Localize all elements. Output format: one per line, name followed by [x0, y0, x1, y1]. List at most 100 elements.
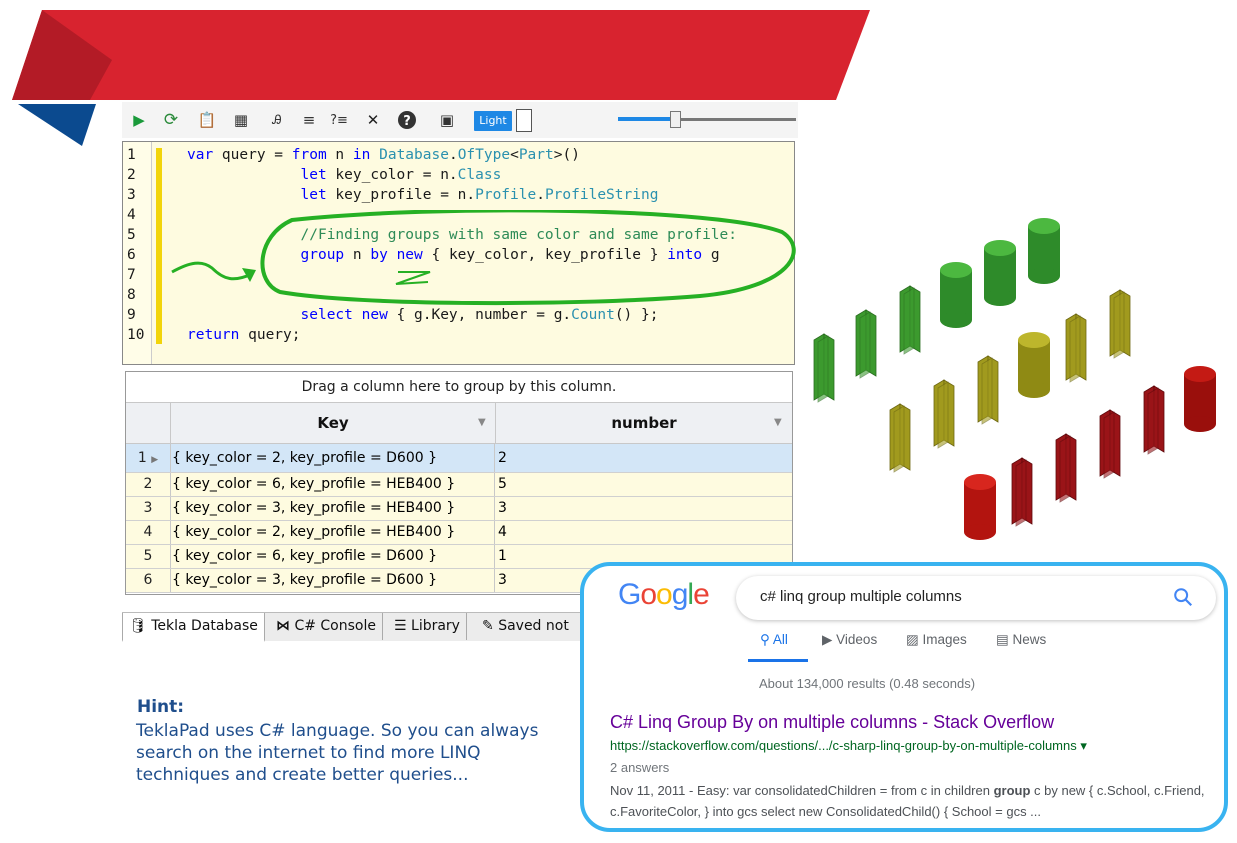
code-line: var query = from n in Database.OfType<Pa… — [187, 147, 580, 163]
list-icon[interactable]: ≡ — [298, 109, 320, 131]
table-row[interactable]: 3 { key_color = 3, key_profile = HEB400 … — [126, 497, 792, 521]
tab-label: Tekla Database — [151, 618, 258, 634]
cell-number[interactable]: 3 — [498, 497, 788, 520]
bottom-tab-bar: 🛢 Tekla Database ⋈ C# Console ☰ Library … — [122, 612, 592, 642]
column-header-key[interactable]: Key — [171, 403, 496, 443]
tab-saved[interactable]: ✎ Saved not — [476, 613, 575, 640]
annotation-overlay — [171, 210, 796, 306]
tab-videos[interactable]: ▶ Videos — [822, 632, 877, 648]
grid-header: Key ▼ number ▼ — [126, 403, 792, 444]
tab-images[interactable]: ▨ Images — [906, 632, 967, 648]
arrow-squiggle — [171, 261, 253, 281]
google-logo: Google — [618, 578, 710, 611]
help-icon[interactable]: ? — [396, 109, 418, 131]
filter-icon[interactable]: ▼ — [478, 417, 486, 428]
tab-label: Saved not — [498, 618, 569, 634]
red-cylinders — [964, 366, 1216, 540]
cell-key[interactable]: { key_color = 6, key_profile = HEB400 } — [172, 473, 495, 496]
current-row-indicator-icon: ▶ — [151, 455, 159, 465]
database-icon: 🛢 — [129, 618, 147, 634]
line-number: 2 — [127, 167, 136, 183]
code-line: let key_color = n.Class — [300, 167, 502, 183]
dropdown-arrow-icon[interactable]: ▾ — [1080, 738, 1087, 753]
tab-all[interactable]: ⚲ All — [760, 632, 788, 648]
code-line: return query; — [187, 327, 301, 343]
line-number: 6 — [127, 247, 136, 263]
green-ibeams — [813, 285, 921, 403]
cell-key[interactable]: { key_color = 2, key_profile = HEB400 } — [172, 521, 495, 544]
refresh-icon[interactable]: ⟳ — [160, 109, 182, 131]
row-number: 6 — [126, 569, 171, 592]
tab-news[interactable]: ▤ News — [996, 632, 1046, 648]
google-search-box[interactable]: c# linq group multiple columns — [736, 576, 1216, 620]
banner-red-band — [12, 10, 870, 100]
line-gutter: 1 2 3 4 5 6 7 8 9 10 — [123, 142, 152, 364]
search-icon[interactable] — [1172, 586, 1194, 608]
news-icon: ▤ — [996, 632, 1009, 647]
result-title-link[interactable]: C# Linq Group By on multiple columns - S… — [610, 712, 1054, 733]
library-icon: ☰ — [394, 618, 407, 634]
table-icon[interactable]: ▦ — [230, 109, 252, 131]
question-list-icon[interactable]: ?≡ — [328, 109, 350, 131]
help-circle-icon: ? — [398, 111, 416, 129]
highlight-ellipse — [260, 210, 796, 306]
filter-icon[interactable]: ▼ — [774, 417, 782, 428]
row-header-corner — [126, 403, 171, 443]
line-number: 5 — [127, 227, 136, 243]
clipboard-icon[interactable]: 📋 — [196, 109, 218, 131]
result-answers-count: 2 answers — [610, 760, 670, 775]
cell-key[interactable]: { key_color = 2, key_profile = D600 } — [172, 444, 495, 472]
row-number: 1 ▶ — [126, 444, 171, 472]
tab-label: C# Console — [294, 618, 376, 634]
search-input[interactable]: c# linq group multiple columns — [760, 588, 962, 605]
result-url[interactable]: https://stackoverflow.com/questions/.../… — [610, 738, 1087, 754]
result-stats: About 134,000 results (0.48 seconds) — [759, 676, 976, 691]
model-3d-view — [813, 218, 1216, 540]
theme-toggle-box[interactable] — [516, 109, 532, 132]
underline-mark — [395, 271, 431, 285]
row-number: 3 — [126, 497, 171, 520]
theme-light-button[interactable]: Light — [474, 111, 512, 131]
banner-blue-triangle — [18, 104, 96, 146]
cell-key[interactable]: { key_color = 6, key_profile = D600 } — [172, 545, 495, 568]
row-number: 2 — [126, 473, 171, 496]
tab-library[interactable]: ☰ Library — [388, 613, 467, 640]
red-ibeams — [1011, 385, 1165, 527]
column-header-number[interactable]: number — [496, 403, 792, 443]
toolbar: ▶ ⟳ 📋 ▦ Ꭿ ≡ ?≡ ✕ ? ▣ Light — [122, 102, 798, 138]
line-number: 3 — [127, 187, 136, 203]
row-number: 4 — [126, 521, 171, 544]
cell-key[interactable]: { key_color = 3, key_profile = D600 } — [172, 569, 495, 592]
active-tab-underline — [748, 659, 808, 662]
line-number: 1 — [127, 147, 136, 163]
hint-title: Hint: — [137, 697, 185, 717]
tab-label: Library — [411, 618, 460, 634]
olive-ibeams — [889, 289, 1131, 473]
cell-key[interactable]: { key_color = 3, key_profile = HEB400 } — [172, 497, 495, 520]
cell-number[interactable]: 2 — [498, 444, 788, 472]
column-header-label: Key — [317, 414, 349, 432]
zoom-slider-thumb[interactable] — [670, 111, 681, 128]
cell-number[interactable]: 4 — [498, 521, 788, 544]
table-row[interactable]: 4 { key_color = 2, key_profile = HEB400 … — [126, 521, 792, 545]
line-number: 10 — [127, 327, 145, 343]
play-icon[interactable]: ▶ — [128, 109, 150, 131]
line-number: 9 — [127, 307, 136, 323]
cell-number[interactable]: 5 — [498, 473, 788, 496]
line-number: 7 — [127, 267, 136, 283]
group-by-panel[interactable]: Drag a column here to group by this colu… — [126, 372, 792, 403]
table-row[interactable]: 1 ▶ { key_color = 2, key_profile = D600 … — [126, 444, 792, 473]
search-text-icon[interactable]: Ꭿ — [266, 109, 288, 131]
search-icon: ⚲ — [760, 632, 770, 647]
arrow-head-icon — [242, 268, 256, 282]
cursor-icon[interactable]: ✕ — [362, 109, 384, 131]
image-icon: ▨ — [906, 632, 919, 647]
play-box-icon: ▶ — [822, 632, 833, 647]
result-snippet: Nov 11, 2011 - Easy: var consolidatedChi… — [610, 783, 1205, 819]
tab-csharp-console[interactable]: ⋈ C# Console — [270, 613, 383, 640]
table-row[interactable]: 2 { key_color = 6, key_profile = HEB400 … — [126, 473, 792, 497]
code-line: let key_profile = n.Profile.ProfileStrin… — [300, 187, 659, 203]
tab-tekla-database[interactable]: 🛢 Tekla Database — [122, 613, 265, 642]
screen-icon[interactable]: ▣ — [436, 109, 458, 131]
olive-cylinder — [1018, 332, 1050, 398]
